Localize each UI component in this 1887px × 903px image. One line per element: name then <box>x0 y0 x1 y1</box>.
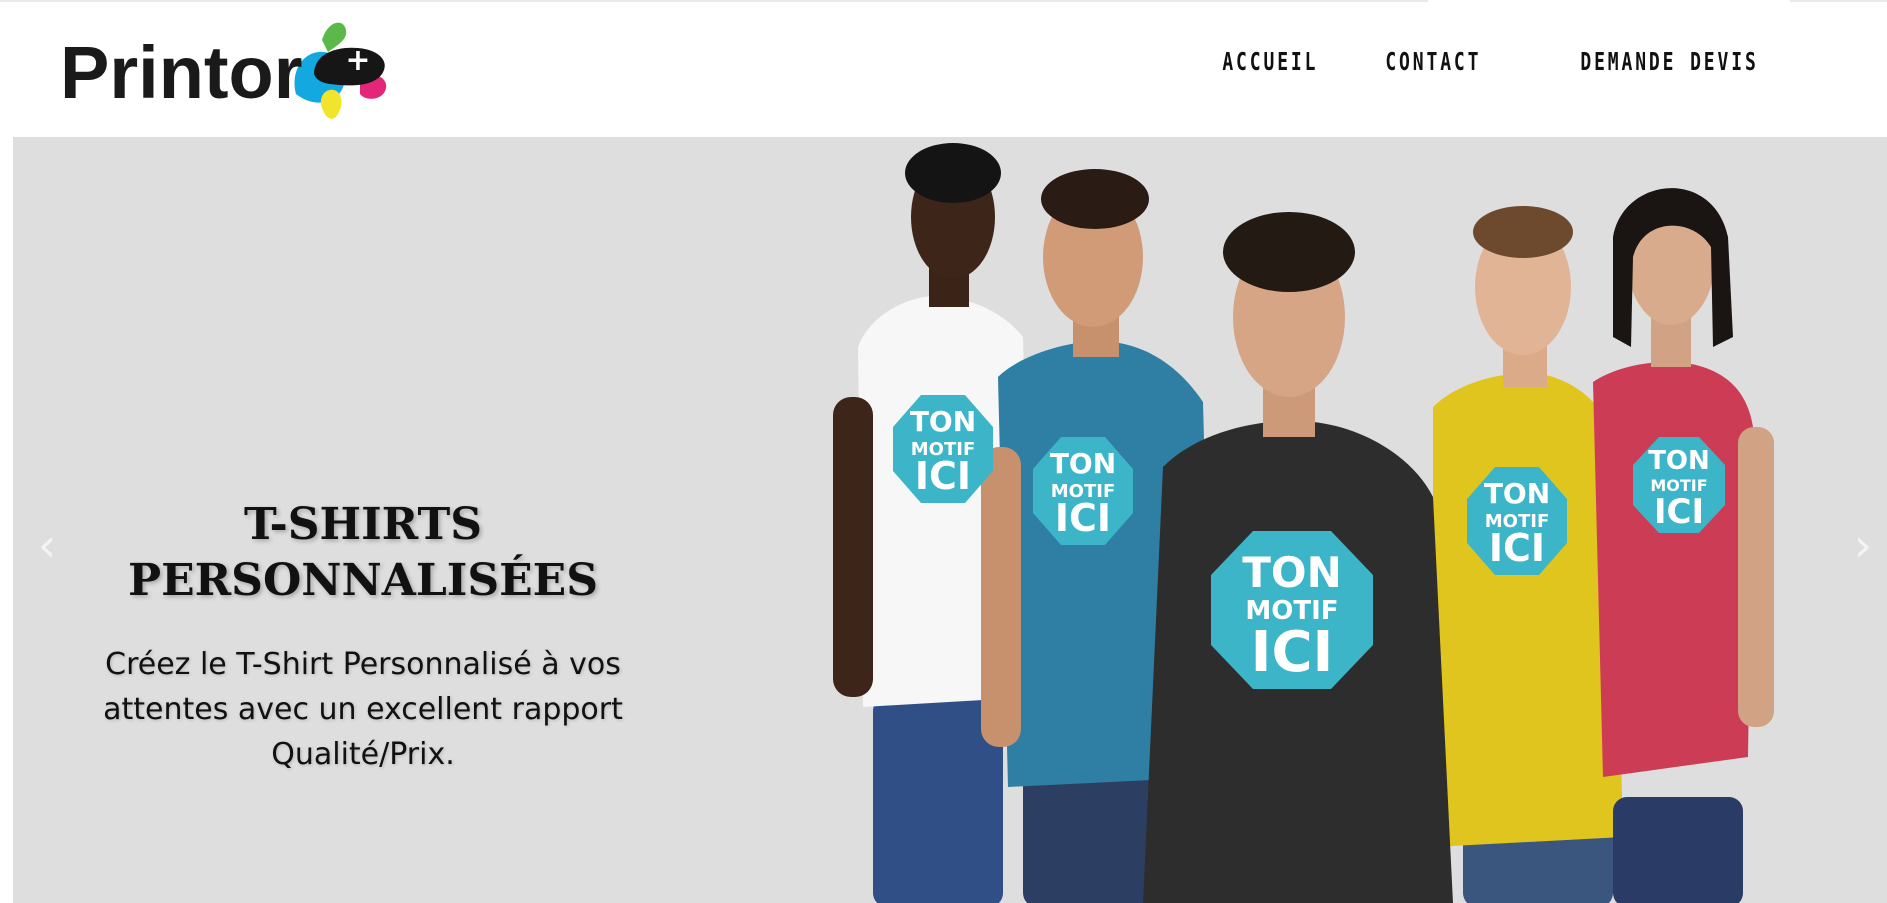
badge-dark-shirt: TON MOTIF ICI <box>1211 531 1373 689</box>
hero-title: T-SHIRTS PERSONNALISÉES <box>73 497 653 609</box>
arm <box>833 397 873 697</box>
shirt <box>1433 373 1623 847</box>
hero-image-group-tshirts: TON MOTIF ICI TON MOTIF ICI TON MOTIF IC… <box>833 137 1887 903</box>
hero-title-line2: PERSONNALISÉES <box>127 555 598 606</box>
main-nav: ACCUEIL CONTACT DEMANDE DEVIS <box>1185 44 1759 80</box>
badge-teal-shirt: TON MOTIF ICI <box>1033 437 1133 545</box>
tshirt-models-illustration: TON MOTIF ICI TON MOTIF ICI TON MOTIF IC… <box>833 143 1774 903</box>
badge-text-line1: TON <box>1484 477 1550 510</box>
badge-text-line1: TON <box>1242 548 1342 597</box>
site-logo[interactable]: Printor + <box>60 10 400 128</box>
top-divider-right <box>1790 0 1887 2</box>
nav-item-demande-devis[interactable]: DEMANDE DEVIS <box>1581 44 1759 80</box>
badge-text-line3: ICI <box>1251 620 1334 685</box>
nav-item-accueil[interactable]: ACCUEIL <box>1222 44 1318 80</box>
shirt <box>1593 362 1753 777</box>
slider-prev-arrow-icon[interactable]: ‹ <box>27 515 67 575</box>
badge-text-line1: TON <box>1648 446 1710 476</box>
hero-description: Créez le T-Shirt Personnalisé à vos atte… <box>103 647 623 772</box>
arm <box>1738 427 1774 727</box>
badge-text-line3: ICI <box>915 454 971 498</box>
jeans <box>1613 797 1743 903</box>
hair <box>905 143 1001 203</box>
logo-green-splash <box>322 22 347 52</box>
slider-next-arrow-icon[interactable]: › <box>1843 515 1883 575</box>
page: Printor + ACCUEIL CONTACT DEMANDE DEVIS … <box>0 0 1887 903</box>
badge-text-line1: TON <box>1050 447 1116 480</box>
hair <box>1473 206 1573 258</box>
top-divider <box>0 0 1428 2</box>
logo-wordmark: Printor <box>60 31 303 114</box>
badge-white-shirt: TON MOTIF ICI <box>893 395 993 503</box>
badge-text-line3: ICI <box>1489 526 1545 570</box>
badge-text-line3: ICI <box>1654 492 1704 532</box>
hair <box>1223 212 1355 292</box>
logo-plus-icon: + <box>345 43 370 78</box>
hero-title-line1: T-SHIRTS <box>244 499 482 550</box>
logo-yellow-splash <box>320 89 342 119</box>
nav-item-contact[interactable]: CONTACT <box>1385 44 1481 80</box>
badge-text-line1: TON <box>910 405 976 438</box>
arm <box>981 447 1021 747</box>
site-header: Printor + ACCUEIL CONTACT DEMANDE DEVIS <box>0 0 1887 137</box>
badge-red-shirt: TON MOTIF ICI <box>1633 437 1725 533</box>
badge-text-line3: ICI <box>1055 496 1111 540</box>
printor-logo-graphic: Printor + <box>60 22 387 119</box>
badge-yellow-shirt: TON MOTIF ICI <box>1467 467 1567 575</box>
hair <box>1041 169 1149 229</box>
hero-slider: T-SHIRTS PERSONNALISÉES Créez le T-Shirt… <box>13 137 1887 903</box>
